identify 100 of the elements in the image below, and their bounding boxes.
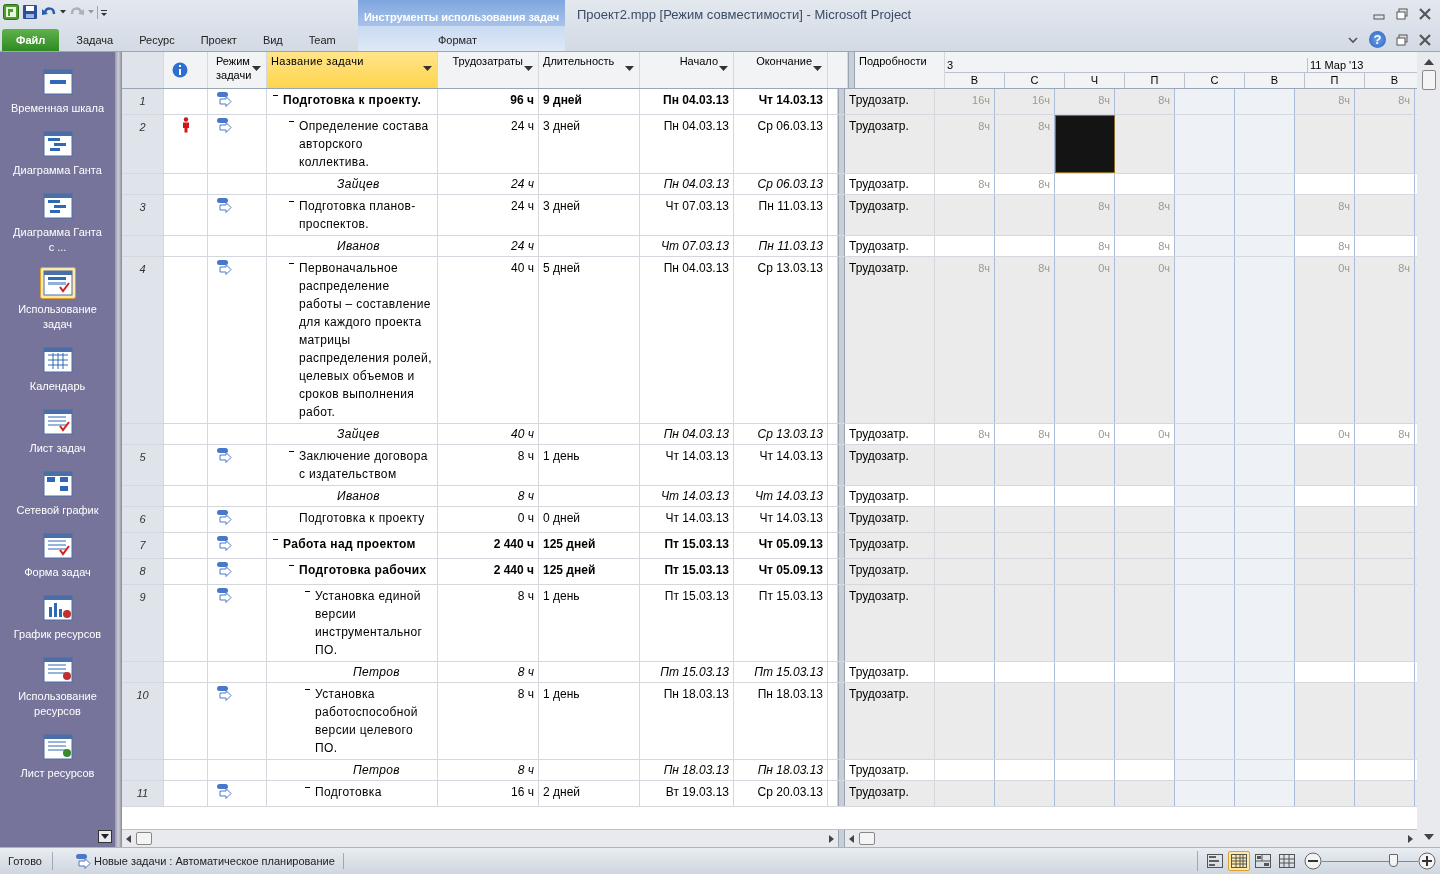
table-cell: Пт 15.03.13: [734, 585, 828, 661]
table-cell: Пт 15.03.13: [640, 662, 734, 682]
view-bar-item[interactable]: Лист ресурсов: [7, 731, 108, 781]
arrow-left-icon[interactable]: [849, 834, 855, 843]
column-title: Длительность: [543, 54, 616, 68]
arrow-up-icon[interactable]: [1423, 58, 1434, 66]
table-cell: 3 дней: [539, 115, 640, 173]
bar-arrow-icon: [216, 197, 232, 213]
customize-icon[interactable]: [97, 4, 107, 20]
selected-cell[interactable]: [1055, 115, 1115, 173]
task-name: Подготовка к проекту: [299, 510, 426, 527]
table-cell: Пн 18.03.13: [640, 683, 734, 759]
table-cell: Пн 04.03.13: [640, 174, 734, 194]
arrow-right-icon[interactable]: [1407, 834, 1413, 843]
close-icon[interactable]: [1418, 7, 1432, 21]
caret-icon[interactable]: [524, 66, 533, 72]
caret-icon[interactable]: [60, 10, 66, 14]
view-bar-item[interactable]: Сетевой график: [7, 468, 108, 518]
timescale-value: 8ч: [935, 174, 995, 194]
view-icon: [1254, 853, 1272, 869]
scroll-down-icon[interactable]: [98, 830, 112, 843]
bar-arrow-icon: [216, 587, 232, 603]
ribbon-tab[interactable]: Ресурс: [130, 29, 184, 51]
view-bar-item[interactable]: Диаграмма Ганта с ...: [7, 190, 108, 255]
arrow-down-icon[interactable]: [1423, 833, 1434, 841]
save-icon[interactable]: [22, 4, 38, 20]
caret-icon[interactable]: [813, 66, 822, 72]
view-bar-item[interactable]: Календарь: [7, 344, 108, 394]
task-name: Определение состава авторского коллектива.: [299, 118, 430, 171]
table-cell: Пн 04.03.13: [640, 257, 734, 423]
timescale-value: 0ч: [1295, 257, 1355, 423]
table-cell: Чт 14.03.13: [640, 507, 734, 532]
caret-icon[interactable]: [625, 66, 634, 72]
ribbon-tab[interactable]: Проект: [191, 29, 246, 51]
scroll-thumb[interactable]: [859, 832, 875, 845]
caret-icon[interactable]: [423, 66, 432, 72]
app-icon[interactable]: [3, 4, 19, 20]
restore-icon[interactable]: [1395, 32, 1409, 47]
status-text[interactable]: Новые задачи : Автоматическое планирование: [93, 855, 335, 867]
timescale-value: 0ч: [1295, 424, 1355, 444]
ribbon-tab[interactable]: Team: [299, 29, 345, 51]
table-cell: Пт 15.03.13: [640, 559, 734, 584]
table-cell: Вт 19.03.13: [640, 781, 734, 806]
table-cell: Чт 14.03.13: [734, 89, 828, 114]
timescale-day: П: [1125, 73, 1185, 88]
bar-arrow-icon: [216, 535, 232, 551]
close-icon[interactable]: [1418, 32, 1432, 47]
view-icon: [1230, 853, 1248, 869]
caret-icon[interactable]: [252, 66, 261, 72]
ribbon-tab[interactable]: Формат: [423, 29, 492, 51]
vertical-scrollbar[interactable]: [1417, 52, 1440, 847]
table-cell: Пт 15.03.13: [640, 585, 734, 661]
scroll-thumb[interactable]: [1421, 70, 1436, 90]
info-icon: [172, 62, 188, 78]
timescale-value: 8ч: [1355, 89, 1415, 114]
task-name: Установка единой версии инструментальног ПО.: [315, 588, 424, 659]
view-bar-item[interactable]: График ресурсов: [7, 592, 108, 642]
view-shortcut-button[interactable]: [1228, 851, 1250, 871]
table-cell: Чт 14.03.13: [640, 445, 734, 485]
bar-arrow-icon: [74, 853, 91, 869]
table-cell: 0 дней: [539, 507, 640, 532]
view-shortcut-button[interactable]: [1204, 851, 1226, 871]
scroll-thumb[interactable]: [136, 832, 152, 845]
column-header[interactable]: Название задачи: [267, 52, 438, 88]
table-cell: Ср 06.03.13: [734, 174, 828, 194]
arrow-left-icon[interactable]: [126, 834, 132, 843]
column-title: Начало: [678, 54, 718, 68]
table-cell: Пн 18.03.13: [640, 760, 734, 780]
zoom-out-icon[interactable]: [1304, 852, 1322, 870]
ribbon-tab[interactable]: Вид: [253, 29, 292, 51]
table-cell: Пн 18.03.13: [734, 683, 828, 759]
task-name: Заключение договора с издательством: [299, 448, 429, 483]
view-icon: [39, 267, 76, 299]
view-shortcut-button[interactable]: [1276, 851, 1298, 871]
bar-arrow-icon: [216, 783, 232, 799]
view-bar-item[interactable]: Лист задач: [7, 406, 108, 456]
resource-name: Иванов: [337, 488, 381, 504]
restore-icon[interactable]: [1395, 7, 1409, 21]
caret-icon[interactable]: [719, 66, 728, 72]
view-shortcut-button[interactable]: [1252, 851, 1274, 871]
view-bar-item[interactable]: Диаграмма Ганта: [7, 128, 108, 178]
timescale-label: 3: [945, 58, 1308, 72]
task-name: Подготовка: [315, 784, 383, 801]
row-number: 5: [122, 445, 164, 485]
view-bar-item[interactable]: Использование задач: [7, 267, 108, 332]
view-bar-item[interactable]: Временная шкала: [7, 66, 108, 116]
zoom-in-icon[interactable]: [1418, 852, 1436, 870]
table-cell: 24 ч: [438, 115, 539, 173]
table-cell: 24 ч: [438, 195, 539, 235]
row-number: 4: [122, 257, 164, 423]
view-icon: [1206, 853, 1224, 869]
view-bar-item[interactable]: Форма задач: [7, 530, 108, 580]
timescale-value: 8ч: [1355, 424, 1415, 444]
table-cell: 2 440 ч: [438, 533, 539, 558]
ribbon-tab[interactable]: Задача: [67, 29, 123, 51]
arrow-right-icon[interactable]: [828, 834, 834, 843]
row-number: 6: [122, 507, 164, 532]
timescale-value: 8ч: [935, 257, 995, 423]
view-bar-item[interactable]: Использование ресурсов: [7, 654, 108, 719]
row-number: 9: [122, 585, 164, 661]
